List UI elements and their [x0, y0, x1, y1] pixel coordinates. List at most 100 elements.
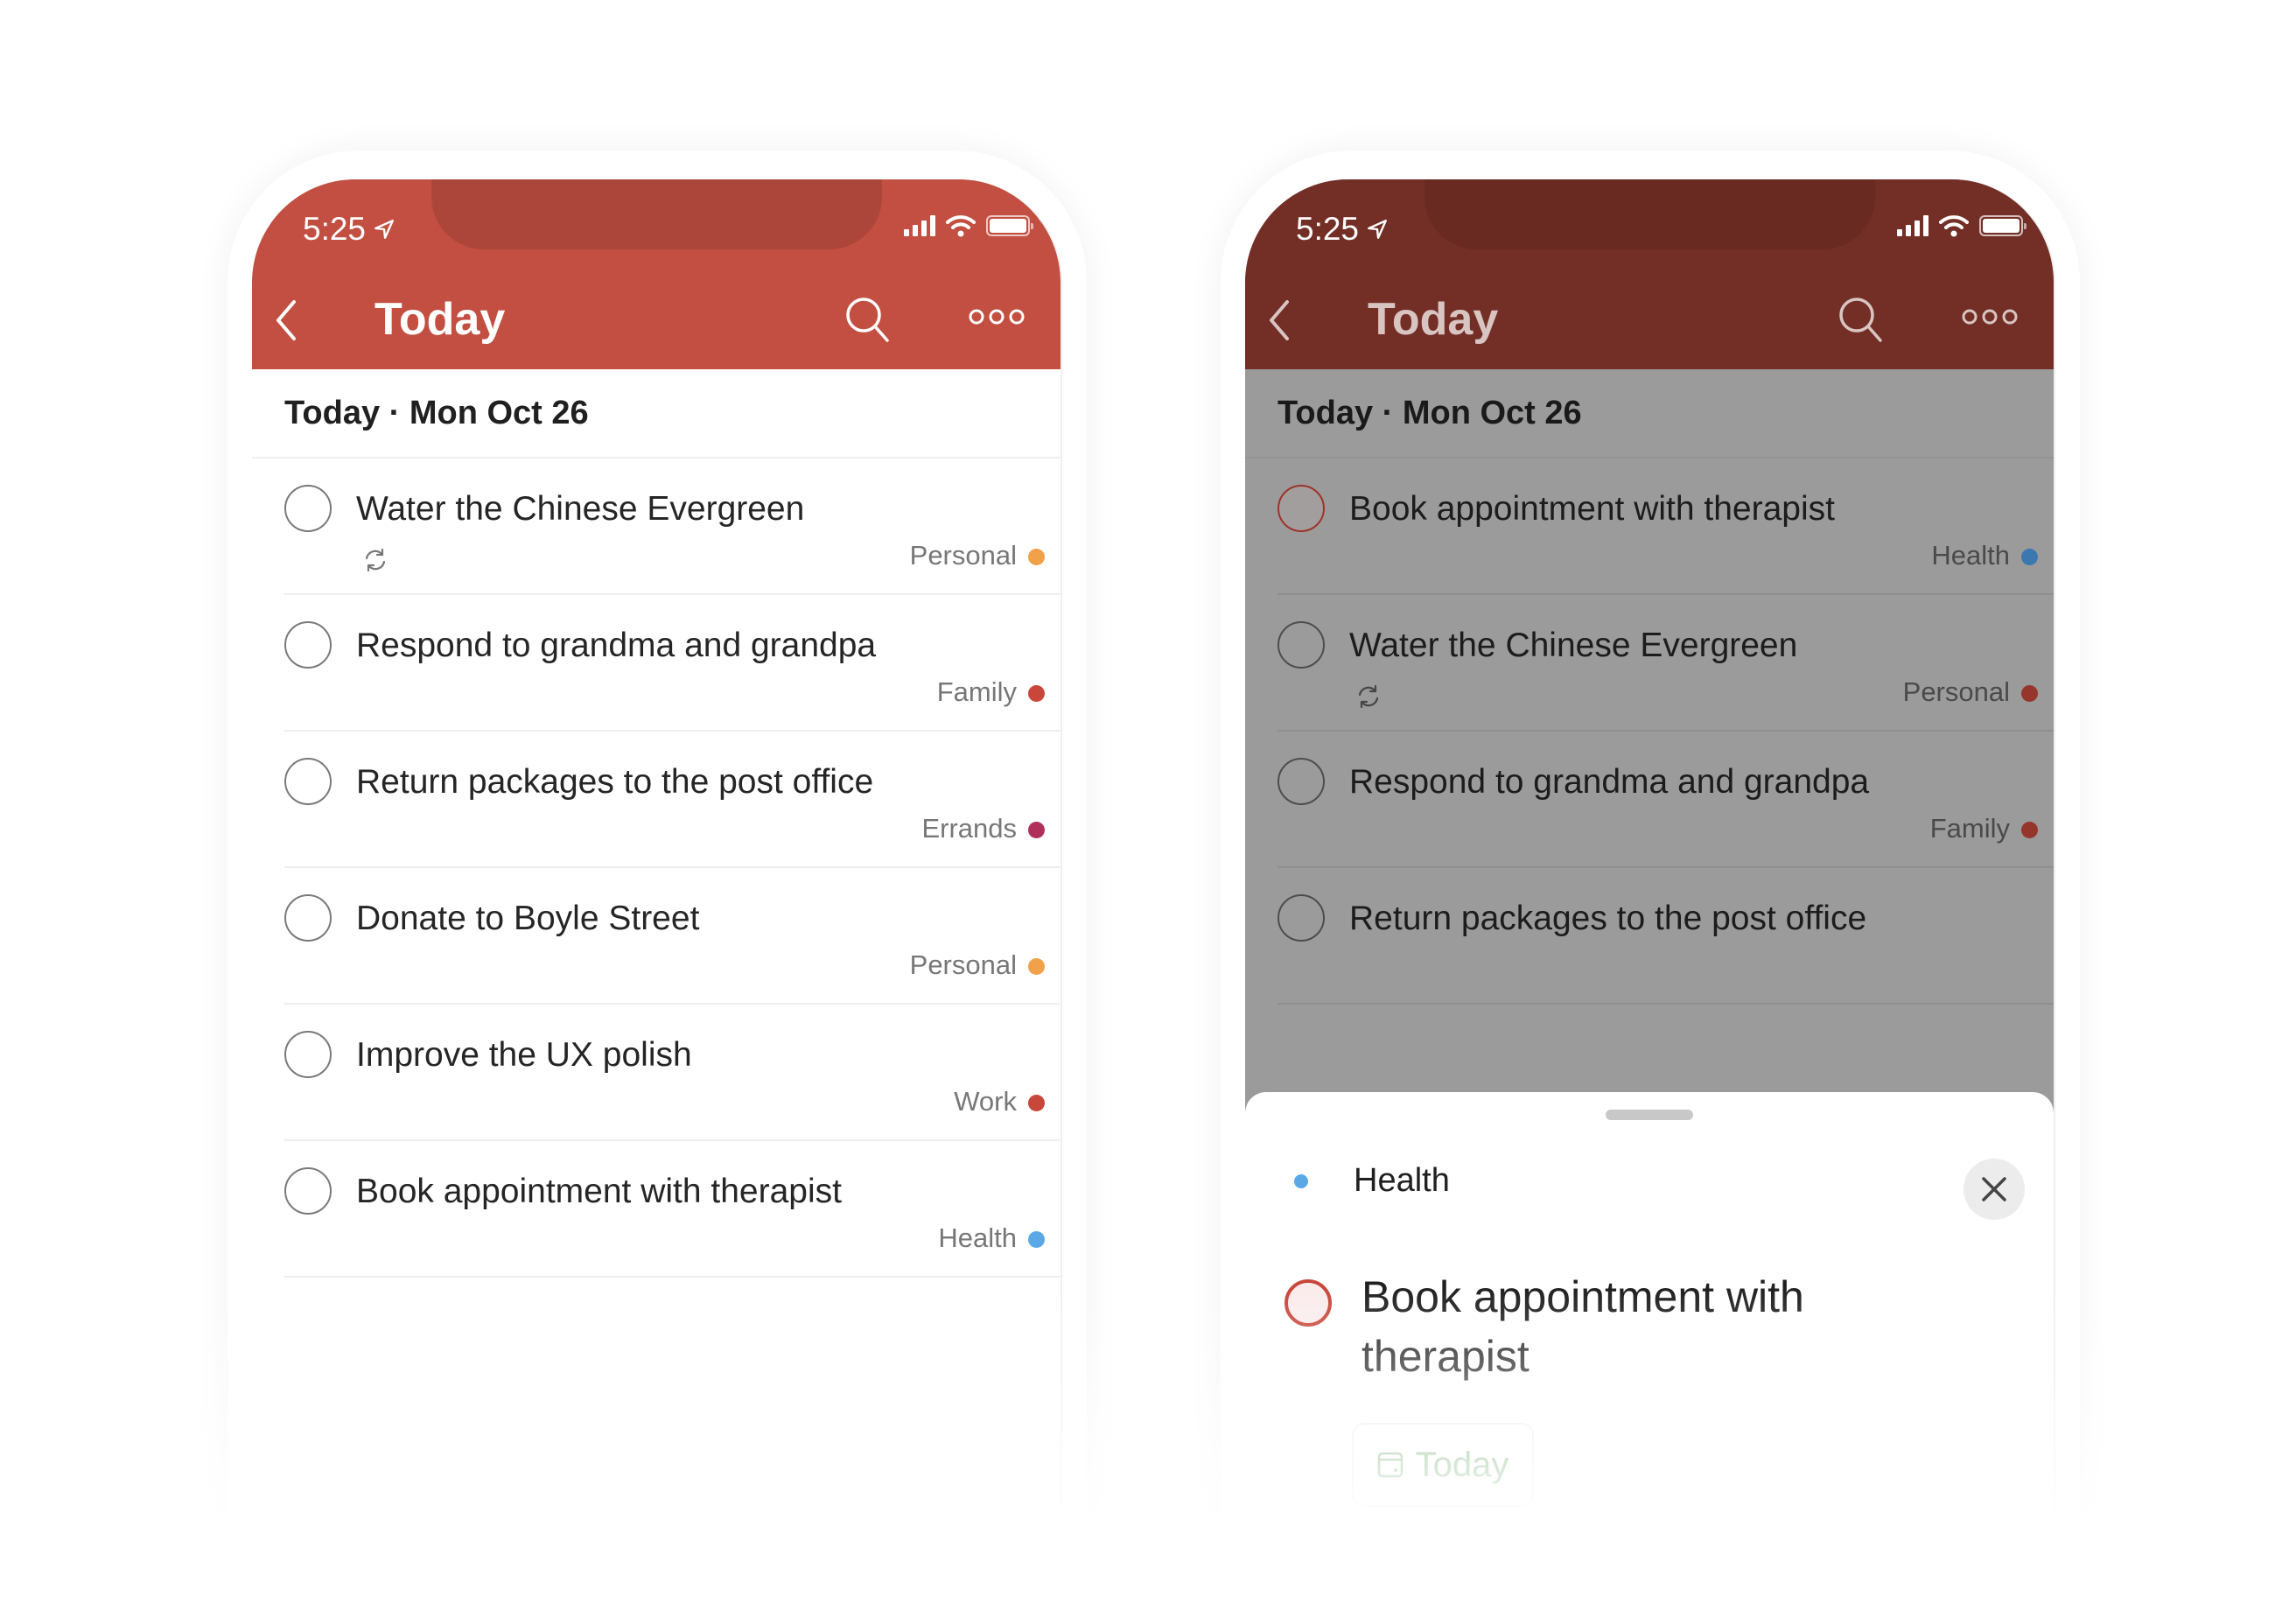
project-label: Health [1931, 540, 2010, 571]
task-list: Water the Chinese Evergreen Personal Res… [252, 459, 1060, 1278]
complete-checkbox[interactable] [284, 1031, 332, 1078]
reminder-icon[interactable] [1563, 1545, 1615, 1568]
signal-icon [1897, 215, 1928, 236]
wifi-icon [946, 215, 976, 237]
task-title: Book appointment with therapist [1349, 490, 1835, 528]
task-row[interactable]: Return packages to the post office [1278, 868, 2054, 1005]
task-row[interactable]: Book appointment with therapist Health [284, 1141, 1060, 1278]
project-color-dot [1028, 958, 1045, 975]
comment-icon[interactable] [1666, 1545, 1718, 1568]
complete-checkbox[interactable] [284, 758, 332, 805]
page-title: Today [1368, 294, 1499, 345]
more-icon[interactable] [1966, 1558, 2019, 1568]
task-detail-sheet: Health Book appointment with therapist T… [1245, 1092, 2054, 1568]
task-title: Donate to Boyle Street [356, 900, 700, 937]
task-row[interactable]: Book appointment with therapist Health [1278, 459, 2054, 595]
project-label: Health [938, 1222, 1017, 1253]
task-row[interactable]: Improve the UX polish Work [284, 1005, 1060, 1141]
page-title: Today [374, 294, 506, 345]
project-label: Personal [909, 949, 1017, 980]
complete-checkbox[interactable] [284, 485, 332, 532]
project-label: Family [1929, 813, 2010, 844]
task-title: Respond to grandma and grandpa [356, 627, 877, 664]
task-title: Respond to grandma and grandpa [1349, 763, 1870, 801]
task-title: Water the Chinese Evergreen [1349, 627, 1798, 664]
task-row[interactable]: Donate to Boyle Street Personal [284, 868, 1060, 1005]
battery-icon [1979, 215, 2026, 236]
task-row[interactable]: Water the Chinese Evergreen Personal [1278, 595, 2054, 732]
complete-checkbox[interactable] [1278, 485, 1325, 532]
project-label: Personal [909, 540, 1017, 571]
project-label: Personal [1902, 676, 2010, 707]
phone-today-list: 5:25 Today Today · Mon Oct 26 Water the … [192, 151, 1122, 1618]
task-row[interactable]: Water the Chinese Evergreen Personal [284, 459, 1060, 595]
recurring-icon [365, 548, 386, 572]
location-arrow-icon [1368, 220, 1387, 239]
project-color-dot [1028, 1231, 1045, 1248]
sheet-drag-handle[interactable] [1606, 1110, 1693, 1120]
label-icon[interactable] [1354, 1545, 1407, 1568]
complete-checkbox[interactable] [284, 894, 332, 942]
task-action-bar [1354, 1545, 2019, 1568]
task-row[interactable]: Return packages to the post office Erran… [284, 732, 1060, 868]
complete-checkbox[interactable] [1284, 1279, 1332, 1327]
back-chevron-icon[interactable] [270, 298, 304, 342]
more-options-icon[interactable] [1961, 304, 2019, 330]
task-title: Water the Chinese Evergreen [356, 490, 805, 528]
complete-checkbox[interactable] [1278, 621, 1325, 669]
task-list: Book appointment with therapist Health W… [1245, 459, 2054, 1005]
project-color-dot [1028, 685, 1045, 702]
complete-checkbox[interactable] [284, 1167, 332, 1215]
project-name: Health [1354, 1162, 1450, 1199]
project-label: Work [954, 1086, 1017, 1117]
calendar-icon [1377, 1452, 1403, 1478]
task-title: Improve the UX polish [356, 1036, 692, 1074]
complete-checkbox[interactable] [1278, 758, 1325, 805]
back-chevron-icon[interactable] [1263, 298, 1298, 342]
more-options-icon[interactable] [968, 304, 1026, 330]
close-button[interactable] [1964, 1159, 2025, 1220]
search-icon[interactable] [1835, 293, 1887, 346]
task-row[interactable]: Respond to grandma and grandpa Family [284, 595, 1060, 732]
phone-task-detail: 5:25 Today Today · Mon Oct 26 Book appoi… [1186, 151, 2115, 1618]
project-color-dot [1028, 1095, 1045, 1111]
section-header: Today · Mon Oct 26 [1245, 369, 2054, 459]
time-label: 5:25 [303, 211, 367, 247]
task-title: Return packages to the post office [356, 763, 874, 801]
due-date-chip[interactable]: Today [1352, 1423, 1534, 1507]
location-arrow-icon [374, 220, 394, 239]
nav-bar: Today [1245, 284, 2054, 353]
app-header: 5:25 Today [1245, 179, 2054, 369]
app-header: 5:25 Today [252, 179, 1060, 369]
task-row[interactable]: Respond to grandma and grandpa Family [1278, 732, 2054, 868]
device-notch [431, 179, 882, 249]
project-color-dot [1028, 822, 1045, 838]
complete-checkbox[interactable] [1278, 894, 1325, 942]
wifi-icon [1939, 215, 1969, 237]
recurring-icon [1358, 684, 1379, 709]
search-icon[interactable] [842, 293, 894, 346]
sheet-project[interactable]: Health [1294, 1162, 1450, 1200]
device-notch [1424, 179, 1875, 249]
task-title: Return packages to the post office [1349, 900, 1867, 937]
project-label: Family [936, 676, 1017, 707]
complete-checkbox[interactable] [284, 621, 332, 669]
project-color-dot [2021, 685, 2038, 702]
priority-flag-icon[interactable] [1460, 1545, 1512, 1568]
status-bar-time: 5:25 [1296, 211, 1389, 248]
due-date-label: Today [1415, 1445, 1509, 1484]
time-label: 5:25 [1296, 211, 1360, 247]
phone-screen: 5:25 Today Today · Mon Oct 26 Book appoi… [1245, 179, 2055, 1568]
nav-bar: Today [252, 284, 1060, 353]
project-color-dot [1294, 1173, 1308, 1188]
task-title-field[interactable]: Book appointment with therapist [1362, 1267, 1852, 1386]
project-color-dot [1028, 549, 1045, 565]
status-icons [904, 214, 1033, 237]
signal-icon [904, 215, 935, 236]
status-bar-time: 5:25 [303, 211, 396, 248]
battery-icon [986, 215, 1033, 236]
phone-screen: 5:25 Today Today · Mon Oct 26 Water the … [252, 179, 1062, 1568]
project-label: Errands [921, 813, 1017, 844]
project-color-dot [2021, 822, 2038, 838]
status-icons [1897, 214, 2026, 237]
